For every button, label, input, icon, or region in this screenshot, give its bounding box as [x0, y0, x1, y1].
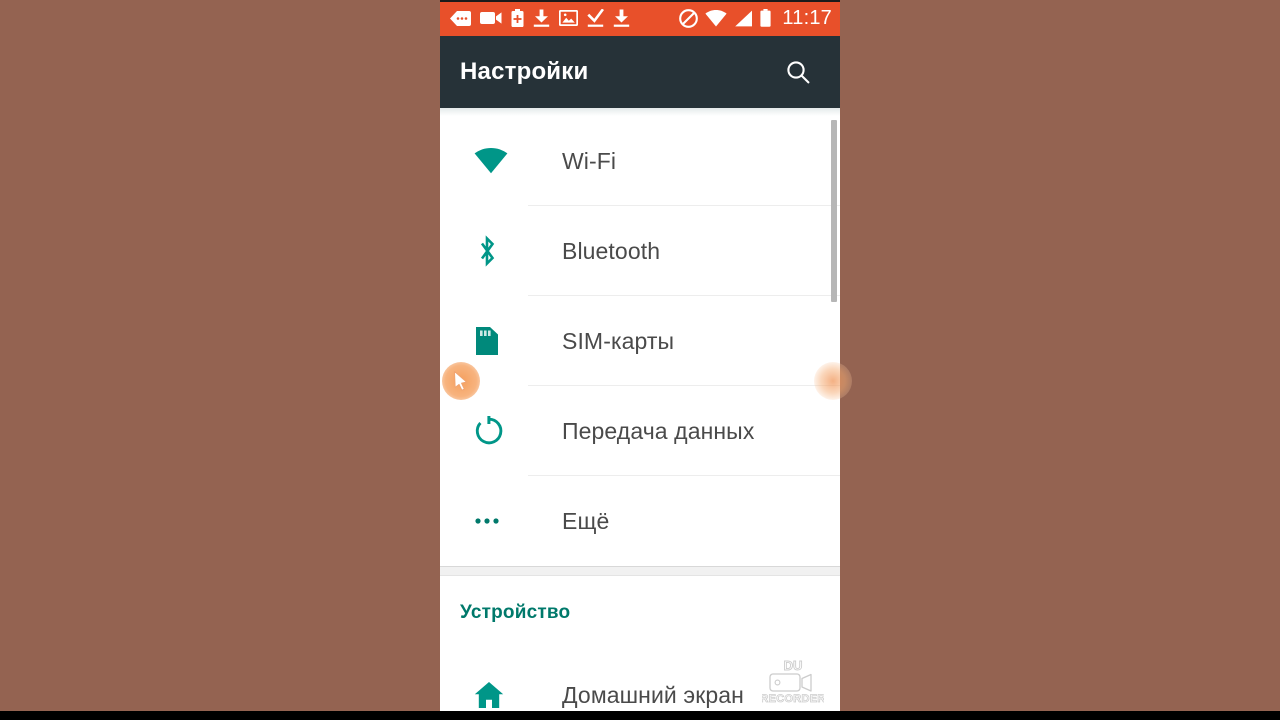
- message-bubble-icon: [450, 10, 471, 26]
- settings-row-label: Bluetooth: [562, 237, 661, 264]
- page-title: Настройки: [460, 58, 589, 85]
- scrollbar-thumb[interactable]: [831, 120, 837, 302]
- section-separator: [440, 566, 840, 576]
- top-hairline: [440, 0, 840, 2]
- settings-row-wifi[interactable]: Wi-Fi: [440, 116, 840, 206]
- search-button[interactable]: [778, 52, 818, 92]
- settings-row-label: Ещё: [562, 507, 610, 534]
- settings-row-more[interactable]: Ещё: [440, 476, 840, 566]
- screen-recording-frame: 11:17 Настройки Wi-Fi Bluetooth SIM-карт…: [0, 0, 1280, 720]
- cellular-signal-icon: [735, 10, 753, 26]
- data-usage-icon: [474, 416, 528, 446]
- list-scrollbar[interactable]: [831, 120, 837, 590]
- home-icon: [474, 681, 528, 709]
- section-header-device: Устройство: [440, 576, 840, 650]
- settings-row-bluetooth[interactable]: Bluetooth: [440, 206, 840, 296]
- section-header-label: Устройство: [460, 602, 571, 623]
- bluetooth-icon: [474, 234, 528, 268]
- settings-row-label: SIM-карты: [562, 327, 675, 354]
- phone-viewport: 11:17 Настройки Wi-Fi Bluetooth SIM-карт…: [440, 0, 840, 720]
- download-icon-2: [613, 9, 630, 27]
- download-complete-icon: [587, 9, 604, 27]
- app-toolbar: Настройки: [440, 36, 840, 108]
- settings-row-data-usage[interactable]: Передача данных: [440, 386, 840, 476]
- image-icon: [559, 10, 578, 26]
- status-bar-clock: 11:17: [782, 7, 832, 29]
- settings-row-sim-cards[interactable]: SIM-карты: [440, 296, 840, 386]
- more-icon: [474, 516, 528, 526]
- do-not-disturb-icon: [679, 8, 699, 28]
- status-bar-right-icons: 11:17: [679, 8, 832, 28]
- video-camera-icon: [480, 12, 502, 24]
- settings-row-label: Wi-Fi: [562, 147, 617, 174]
- battery-plus-icon: [511, 9, 524, 27]
- battery-icon: [760, 9, 772, 27]
- settings-row-home-screen[interactable]: Домашний экран: [440, 650, 840, 720]
- wifi-icon: [705, 9, 728, 26]
- settings-row-label: Передача данных: [562, 417, 755, 444]
- settings-list[interactable]: Wi-Fi Bluetooth SIM-карты Передача данны…: [440, 108, 840, 720]
- download-icon: [533, 9, 550, 27]
- search-icon: [787, 61, 810, 84]
- sim-card-icon: [474, 325, 528, 357]
- status-bar-left-icons: [450, 9, 679, 27]
- bottom-black-bar: [0, 711, 1280, 720]
- wifi-icon: [474, 148, 528, 174]
- status-bar: 11:17: [440, 0, 840, 36]
- scrolled-content-edge: [440, 108, 840, 116]
- settings-row-label: Домашний экран: [562, 681, 744, 708]
